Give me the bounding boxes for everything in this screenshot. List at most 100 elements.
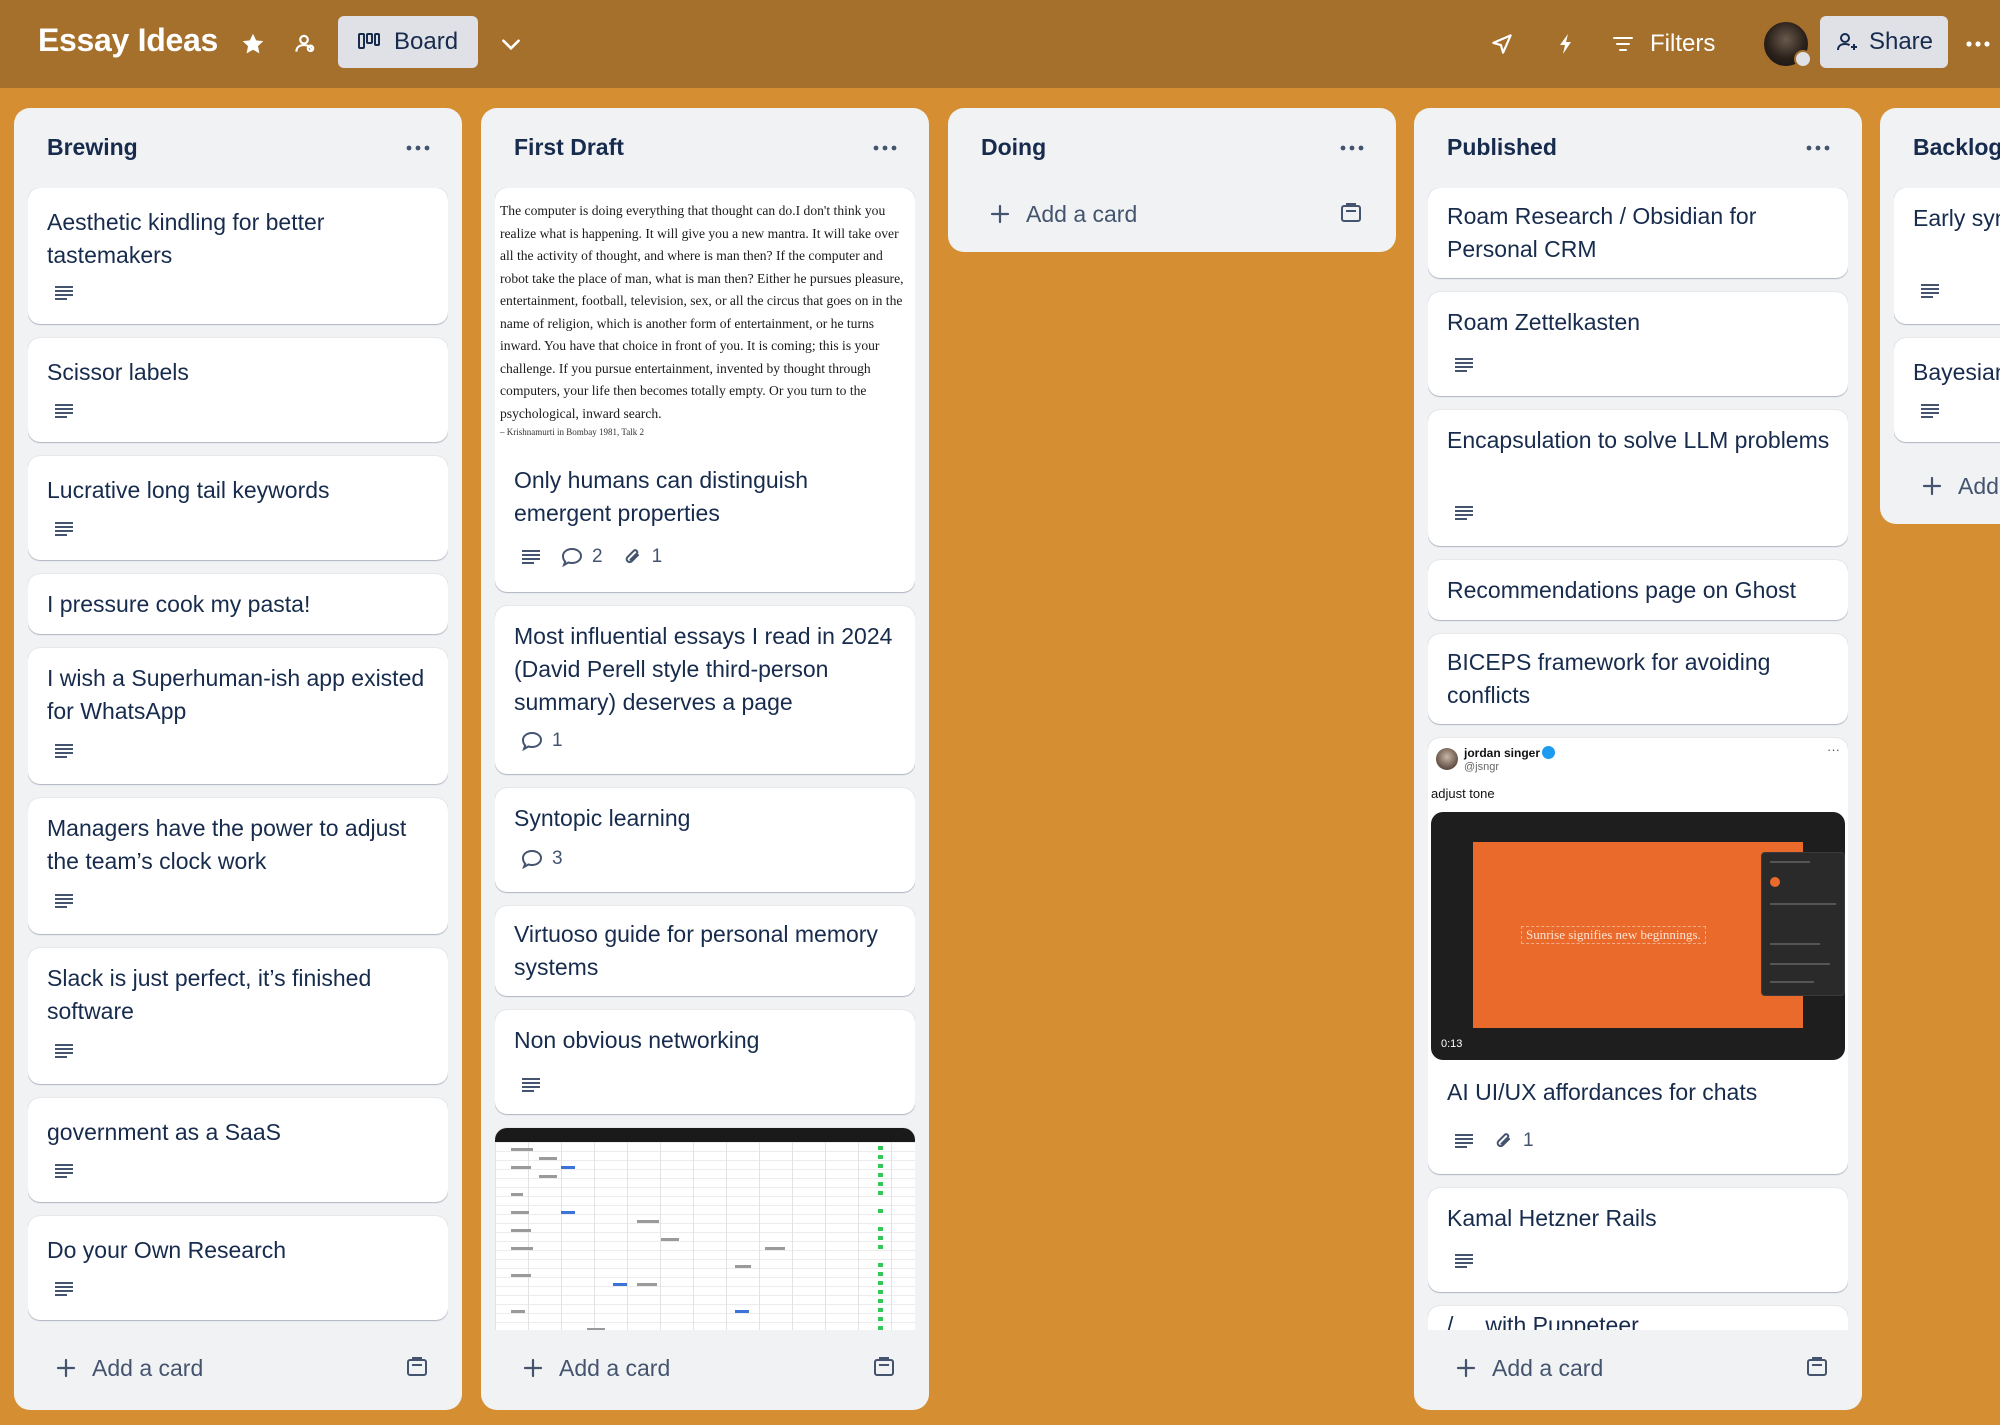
card[interactable]: Encapsulation to solve LLM problems xyxy=(1428,410,1848,546)
description-icon xyxy=(1455,506,1473,520)
card[interactable]: The computer is doing everything that th… xyxy=(495,188,915,592)
filters-button[interactable]: Filters xyxy=(1612,22,1715,66)
board-icon xyxy=(358,33,380,49)
add-card-label: Add a card xyxy=(1958,472,2000,499)
card-title: Bayesian xyxy=(1913,359,2000,385)
card[interactable]: Recommendations page on Ghost xyxy=(1428,560,1848,620)
power-ups-icon[interactable] xyxy=(1482,24,1522,64)
card[interactable]: Non obvious networking xyxy=(495,1010,915,1114)
admin-badge-icon xyxy=(1794,50,1812,68)
description-icon xyxy=(1455,1134,1473,1148)
card-title: Managers have the power to adjust the te… xyxy=(47,815,407,874)
share-button[interactable]: Share xyxy=(1820,16,1948,68)
card-title: Aesthetic kindling for better tastemaker… xyxy=(47,209,325,268)
list-title[interactable]: Published xyxy=(1447,134,1557,161)
list-title[interactable]: Brewing xyxy=(47,134,138,161)
card[interactable]: Managers have the power to adjust the te… xyxy=(28,798,448,934)
chevron-down-icon[interactable] xyxy=(491,24,531,64)
list-first-draft: First Draft The computer is doing everyt… xyxy=(481,108,929,1410)
card-title: Syntopic learning xyxy=(514,805,691,831)
add-card-label: Add a card xyxy=(92,1354,204,1381)
attachment-count: 1 xyxy=(1523,1130,1534,1151)
share-label: Share xyxy=(1868,28,1934,55)
spreadsheet-header xyxy=(495,1128,915,1142)
card[interactable]: Scissor labels xyxy=(28,338,448,442)
star-icon[interactable] xyxy=(233,24,273,64)
board-header: Essay Ideas Board Filters Share xyxy=(0,0,2000,88)
add-card-button[interactable]: Add a card xyxy=(1894,458,2000,514)
plus-icon xyxy=(1456,1358,1476,1378)
workspace-visible-icon[interactable] xyxy=(284,24,324,64)
card[interactable]: Virtuoso guide for personal memory syste… xyxy=(495,906,915,996)
comment-count: 3 xyxy=(552,848,563,869)
card-template-icon[interactable] xyxy=(1806,1356,1828,1378)
card[interactable]: Lucrative long tail keywords xyxy=(28,456,448,560)
card-title: I pressure cook my pasta! xyxy=(47,591,311,617)
card-title: Roam Research / Obsidian for Personal CR… xyxy=(1447,203,1757,262)
card-title: government as a SaaS xyxy=(47,1119,281,1145)
comment-icon xyxy=(561,547,583,567)
card[interactable]: Most influential essays I read in 2024 (… xyxy=(495,606,915,774)
add-card-button[interactable]: Add a card xyxy=(28,1340,448,1396)
card-cover-cite: – Krishnamurti in Bombay 1981, Talk 2 xyxy=(500,427,644,437)
add-card-button[interactable]: Add a card xyxy=(962,186,1382,242)
card-template-icon[interactable] xyxy=(1340,202,1362,224)
card[interactable]: BICEPS framework for avoiding conflicts xyxy=(1428,634,1848,724)
card-title: Kamal Hetzner Rails xyxy=(1447,1205,1657,1231)
attachment-icon xyxy=(625,549,639,564)
add-card-label: Add a card xyxy=(559,1354,671,1381)
board-view-button[interactable]: Board xyxy=(338,16,478,68)
list-menu-icon[interactable] xyxy=(1332,134,1372,162)
card-template-icon[interactable] xyxy=(873,1356,895,1378)
comment-icon xyxy=(521,731,543,751)
more-icon[interactable] xyxy=(1960,24,1996,64)
card-tweet-cover[interactable]: jordan singer @jsngr ··· adjust tone Sun… xyxy=(1428,738,1848,1174)
card[interactable]: I pressure cook my pasta! xyxy=(28,574,448,634)
list-title[interactable]: Backlog xyxy=(1913,134,2000,161)
card-title: Most influential essays I read in 2024 (… xyxy=(514,623,893,715)
description-icon xyxy=(55,1282,73,1296)
card[interactable]: Slack is just perfect, it’s finished sof… xyxy=(28,948,448,1084)
card-title: AI UI/UX affordances for chats xyxy=(1447,1079,1758,1105)
board-title[interactable]: Essay Ideas xyxy=(38,22,218,59)
description-icon xyxy=(55,894,73,908)
description-icon xyxy=(522,1078,540,1092)
comment-icon xyxy=(521,849,543,869)
card-spreadsheet-cover[interactable] xyxy=(495,1128,915,1330)
card[interactable]: Roam Zettelkasten xyxy=(1428,292,1848,396)
board-view-label: Board xyxy=(394,28,459,55)
card-title: Lucrative long tail keywords xyxy=(47,477,330,503)
tweet-avatar xyxy=(1436,748,1458,770)
card[interactable]: government as a SaaS xyxy=(28,1098,448,1202)
card[interactable]: / ... with Puppeteer xyxy=(1428,1306,1848,1330)
card[interactable]: Aesthetic kindling for better tastemaker… xyxy=(28,188,448,324)
card-title: Encapsulation to solve LLM problems xyxy=(1447,427,1830,453)
list-backlog: Backlog Early syn dangero Bayesian Add a… xyxy=(1880,108,2000,524)
list-doing: Doing Add a card xyxy=(948,108,1396,252)
card[interactable]: Syntopic learning 3 xyxy=(495,788,915,892)
add-card-button[interactable]: Add a card xyxy=(495,1340,915,1396)
card[interactable]: Bayesian xyxy=(1894,338,2000,442)
card[interactable]: Roam Research / Obsidian for Personal CR… xyxy=(1428,188,1848,278)
card[interactable]: Do your Own Research xyxy=(28,1216,448,1320)
card[interactable]: Early syn dangero xyxy=(1894,188,2000,324)
list-title[interactable]: Doing xyxy=(981,134,1046,161)
tweet-video[interactable]: Sunrise signifies new beginnings. 0:13 xyxy=(1431,812,1845,1060)
list-menu-icon[interactable] xyxy=(398,134,438,162)
list-title[interactable]: First Draft xyxy=(514,134,624,161)
list-menu-icon[interactable] xyxy=(865,134,905,162)
backlog-viewport: Backlog Early syn dangero Bayesian Add a… xyxy=(1880,108,2000,528)
card[interactable]: Kamal Hetzner Rails xyxy=(1428,1188,1848,1292)
add-card-label: Add a card xyxy=(1492,1354,1604,1381)
add-card-button[interactable]: Add a card xyxy=(1428,1340,1848,1396)
description-icon xyxy=(55,744,73,758)
description-icon xyxy=(55,286,73,300)
description-icon xyxy=(1455,358,1473,372)
list-menu-icon[interactable] xyxy=(1798,134,1838,162)
card-template-icon[interactable] xyxy=(406,1356,428,1378)
card[interactable]: I wish a Superhuman-ish app existed for … xyxy=(28,648,448,784)
video-timestamp: 0:13 xyxy=(1441,1038,1463,1050)
automation-icon[interactable] xyxy=(1546,24,1586,64)
card-title: Scissor labels xyxy=(47,359,189,385)
card-cover-quote: The computer is doing everything that th… xyxy=(500,203,904,421)
